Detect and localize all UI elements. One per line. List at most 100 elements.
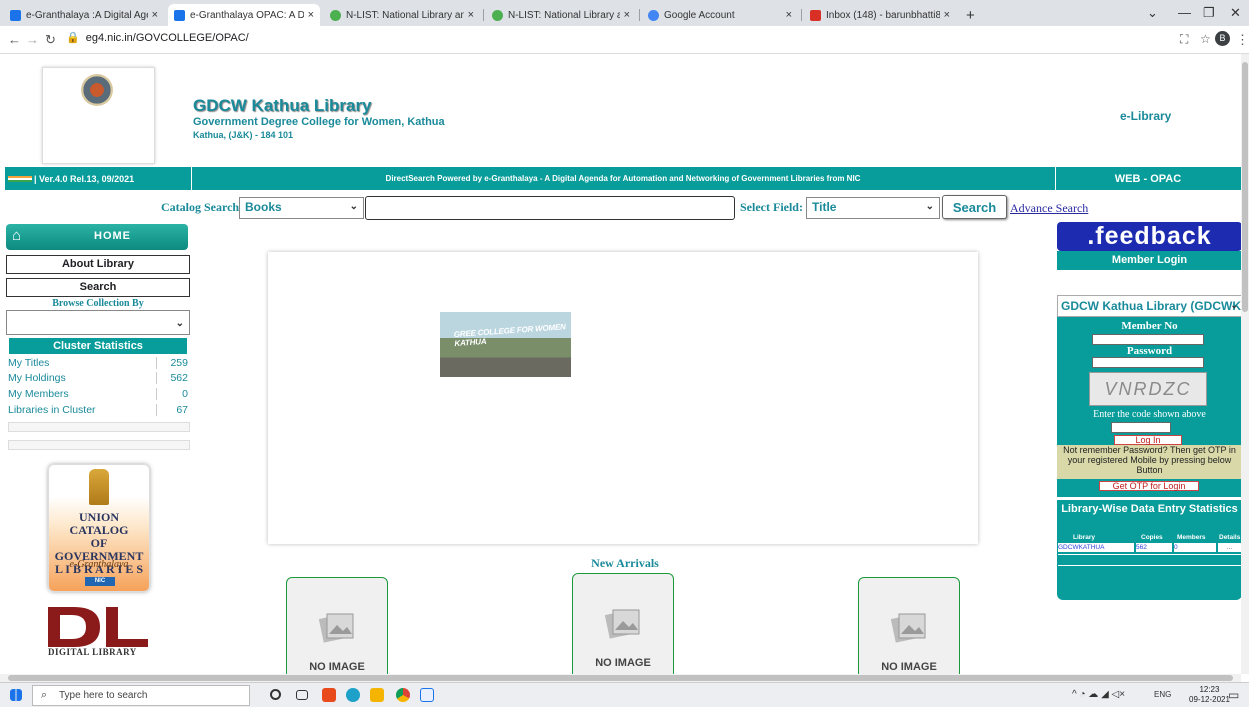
search-button[interactable]: Search bbox=[942, 195, 1007, 219]
bookmark-star-icon[interactable]: ☆ bbox=[1200, 32, 1211, 46]
tab-close-icon[interactable]: × bbox=[786, 9, 792, 21]
search-input[interactable] bbox=[365, 196, 735, 220]
tab-favicon-icon bbox=[810, 9, 821, 21]
tab-title: Google Account bbox=[664, 9, 735, 21]
tab-separator bbox=[801, 9, 802, 21]
home-button[interactable]: ⌂ HOME bbox=[6, 224, 188, 250]
tab-close-icon[interactable]: × bbox=[944, 9, 950, 21]
cluster-stat-row[interactable]: Libraries in Cluster 67 bbox=[8, 404, 190, 416]
window-close-icon[interactable]: ✕ bbox=[1230, 5, 1241, 21]
edge-icon[interactable] bbox=[346, 688, 360, 702]
new-arrival-card[interactable]: NO IMAGE bbox=[286, 577, 388, 674]
minimize-icon[interactable]: — bbox=[1178, 5, 1191, 20]
taskbar-search-input[interactable]: ⌕ Type here to search bbox=[32, 685, 250, 706]
digital-library-label: DIGITAL LIBRARY bbox=[48, 647, 137, 657]
stats-scrollbar[interactable] bbox=[8, 440, 190, 450]
select-field-label: Select Field: bbox=[740, 200, 803, 214]
page-horizontal-scroll-thumb[interactable] bbox=[8, 675, 1233, 681]
version-info: | Ver.4.0 Rel.13, 09/2021 bbox=[8, 167, 188, 190]
home-label: HOME bbox=[94, 230, 131, 242]
union-catalog-banner[interactable]: UNION CATALOG OF GOVERNMENT L I B R A R … bbox=[48, 464, 150, 592]
browser-menu-icon[interactable]: ⋮ bbox=[1236, 32, 1249, 48]
tab-close-icon[interactable]: × bbox=[152, 9, 158, 21]
new-arrivals-title: New Arrivals bbox=[591, 556, 659, 570]
search-icon: ⌕ bbox=[41, 689, 48, 701]
translate-icon[interactable]: ⛶ bbox=[1180, 32, 1188, 47]
browse-collection-label: Browse Collection By bbox=[52, 298, 144, 309]
tab-close-icon[interactable]: × bbox=[308, 9, 314, 21]
get-otp-button[interactable]: Get OTP for Login bbox=[1099, 481, 1199, 491]
otp-hint: Not remember Password? Then get OTP in y… bbox=[1057, 445, 1241, 479]
taskbar-clock[interactable]: 12:23 09-12-2021 bbox=[1189, 685, 1230, 705]
browser-tab[interactable]: Google Account × bbox=[642, 4, 798, 26]
no-image-label: NO IMAGE bbox=[595, 657, 651, 669]
office-icon[interactable] bbox=[322, 688, 336, 702]
browser-tab[interactable]: e-Granthalaya :A Digital Agenda × bbox=[4, 4, 164, 26]
windows-taskbar: ⌕ Type here to search ^ ◔ ☁ ◢ ◁× ENG 12:… bbox=[0, 682, 1249, 707]
stats-scrollbar[interactable] bbox=[8, 422, 190, 432]
search-field-select[interactable]: Title ⌄ bbox=[806, 197, 940, 219]
browser-tab[interactable]: N-LIST: National Library and Info × bbox=[486, 4, 636, 26]
forward-arrow-icon[interactable]: → bbox=[26, 32, 39, 47]
page-vertical-scroll-thumb[interactable] bbox=[1242, 62, 1248, 312]
new-arrival-card[interactable]: NO IMAGE bbox=[858, 577, 960, 674]
browser-tab-active[interactable]: e-Granthalaya OPAC: A Digital Ag × bbox=[168, 4, 320, 26]
details-link[interactable]: ... bbox=[1218, 543, 1241, 552]
notification-icon[interactable]: ▭ bbox=[1228, 688, 1239, 702]
restore-icon[interactable]: ❐ bbox=[1203, 5, 1215, 21]
emblem-icon bbox=[89, 469, 109, 505]
image-placeholder-icon bbox=[318, 613, 354, 643]
password-input[interactable] bbox=[1092, 357, 1204, 368]
version-text: | Ver.4.0 Rel.13, 09/2021 bbox=[34, 173, 135, 184]
tab-title: N-LIST: National Library and Info bbox=[508, 9, 620, 21]
library-name: GDCW Kathua Library bbox=[193, 96, 372, 115]
stat-value: 562 bbox=[156, 372, 188, 384]
search-row: Catalog Search Books ⌄ Select Field: Tit… bbox=[0, 195, 1241, 221]
windows-start-icon[interactable] bbox=[10, 689, 22, 701]
cluster-stat-row[interactable]: My Holdings 562 bbox=[8, 372, 190, 384]
member-no-input[interactable] bbox=[1092, 334, 1204, 345]
clock-date: 09-12-2021 bbox=[1189, 695, 1230, 704]
college-photo: GREE COLLEGE FOR WOMEN KATHUA bbox=[440, 312, 571, 377]
reload-icon[interactable]: ↻ bbox=[45, 32, 56, 48]
login-button[interactable]: Log In bbox=[1114, 435, 1182, 445]
advance-search-link[interactable]: Advance Search bbox=[1010, 201, 1088, 216]
task-view-icon[interactable] bbox=[296, 690, 308, 700]
captcha-input[interactable] bbox=[1111, 422, 1171, 433]
stats-header-details: Details bbox=[1219, 534, 1241, 541]
image-placeholder-icon bbox=[890, 613, 926, 643]
tab-favicon-icon bbox=[174, 9, 185, 21]
left-search-button[interactable]: Search bbox=[6, 278, 190, 297]
digital-library-logo[interactable]: DIGITAL LIBRARY bbox=[44, 605, 154, 661]
url-field[interactable]: 🔒 eg4.nic.in/GOVCOLLEGE/OPAC/ bbox=[66, 31, 249, 44]
catalog-type-select[interactable]: Books ⌄ bbox=[239, 197, 364, 219]
library-select[interactable]: GDCW Kathua Library (GDCWK ⌄ bbox=[1057, 295, 1241, 317]
language-indicator[interactable]: ENG bbox=[1154, 690, 1171, 699]
profile-avatar[interactable]: B bbox=[1215, 31, 1230, 46]
feedback-button[interactable]: .feedback bbox=[1057, 222, 1241, 251]
photos-icon[interactable] bbox=[420, 688, 434, 702]
cluster-stat-row[interactable]: My Titles 259 bbox=[8, 357, 190, 369]
about-library-button[interactable]: About Library bbox=[6, 255, 190, 274]
stats-header-copies: Copies bbox=[1141, 534, 1163, 541]
no-image-label: NO IMAGE bbox=[309, 661, 365, 673]
browse-collection-select[interactable]: ⌄ bbox=[6, 310, 190, 335]
chevron-down-icon: ⌄ bbox=[925, 201, 934, 212]
browser-tab[interactable]: Inbox (148) - barunbhatti84@gm × bbox=[804, 4, 956, 26]
new-arrival-card[interactable]: NO IMAGE bbox=[572, 573, 674, 674]
back-arrow-icon[interactable]: ← bbox=[8, 32, 21, 47]
tab-search-chevron-icon[interactable]: ⌄ bbox=[1147, 5, 1158, 21]
browser-tab[interactable]: N-LIST: National Library and Info × bbox=[324, 4, 480, 26]
tab-favicon-icon bbox=[648, 9, 659, 21]
new-tab-button[interactable]: + bbox=[960, 4, 982, 26]
cluster-stat-row[interactable]: My Members 0 bbox=[8, 388, 190, 400]
system-tray-icons[interactable]: ^ ◔ ☁ ◢ ◁× bbox=[1072, 689, 1125, 700]
file-explorer-icon[interactable] bbox=[370, 688, 384, 702]
member-no-label: Member No bbox=[1121, 320, 1178, 332]
cortana-icon[interactable] bbox=[270, 689, 281, 700]
tab-close-icon[interactable]: × bbox=[624, 9, 630, 21]
chevron-down-icon: ⌄ bbox=[349, 201, 358, 212]
tab-close-icon[interactable]: × bbox=[468, 9, 474, 21]
chrome-icon[interactable] bbox=[396, 688, 410, 702]
browser-tab-strip: e-Granthalaya :A Digital Agenda × e-Gran… bbox=[0, 0, 1249, 26]
